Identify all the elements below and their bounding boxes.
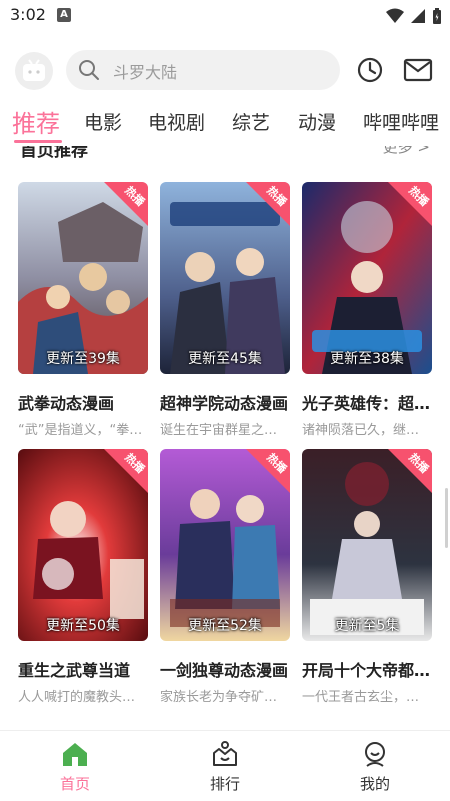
hot-badge: 热播 [104,449,148,493]
profile-icon [365,742,385,767]
nav-home[interactable]: 首页 [35,741,115,794]
hot-badge: 热播 [388,449,432,493]
episode-count: 更新至5集 [334,618,400,634]
card-description: “武”是指道义，“拳”是指实力 [18,423,148,438]
hot-badge: 热播 [104,182,148,226]
category-tabs: 推荐 电影 电视剧 综艺 动漫 哔哩哔哩 [0,102,450,146]
tab-anime[interactable]: 动漫 [298,108,336,135]
avatar[interactable] [15,52,53,90]
active-tab-indicator [14,140,62,143]
card-description: 诞生在宇宙群星之间的神秘学院 [160,423,290,438]
card-title[interactable]: 重生之武尊当道 [18,657,148,681]
battery-icon [433,8,441,24]
tab-recommend[interactable]: 推荐 [12,104,60,139]
video-card[interactable]: 热播 更新至39集 武拳动态漫画 “武”是指道义，“拳”是指实力 [18,182,148,438]
nav-profile[interactable]: 我的 [335,741,415,794]
ranking-icon [213,741,237,766]
status-icons [386,6,442,26]
episode-count: 更新至39集 [46,351,120,367]
video-card[interactable]: 热播 更新至50集 重生之武尊当道 人人喊打的魔教头目重生归来 [18,449,148,705]
card-description: 家族长老为争夺矿脉出手 [160,690,290,705]
card-description: 诸神陨落已久，继承者崛起 [302,423,432,438]
tab-tv-series[interactable]: 电视剧 [148,108,205,135]
tv-mascot-icon [23,59,45,81]
card-title[interactable]: 光子英雄传：超神灵主 [302,390,432,414]
home-icon [63,743,87,766]
card-description: 人人喊打的魔教头目重生归来 [18,690,148,705]
hot-badge: 热播 [246,449,290,493]
episode-count: 更新至52集 [188,618,262,634]
card-title[interactable]: 开局十个大帝都是我 [302,657,432,681]
poster-image[interactable]: 热播 更新至39集 [18,182,148,374]
poster-image[interactable]: 热播 更新至52集 [160,449,290,641]
search-icon [79,60,99,80]
section-header: 首页推荐 更多 > [0,146,450,160]
status-bar: 3:02 A [0,0,450,32]
card-title[interactable]: 武拳动态漫画 [18,390,148,414]
card-title[interactable]: 超神学院动态漫画 [160,390,290,414]
more-link[interactable]: 更多 > [383,146,430,157]
signal-icon [411,9,425,23]
nav-profile-label: 我的 [359,775,390,793]
poster-image[interactable]: 热播 更新至50集 [18,449,148,641]
episode-count: 更新至50集 [46,618,120,634]
search-bar[interactable]: 斗罗大陆 [66,50,340,90]
card-description: 一代王者古玄尘，重生归来 [302,690,432,705]
tab-bilibili[interactable]: 哔哩哔哩 [363,108,439,135]
episode-count: 更新至45集 [188,351,262,367]
episode-count: 更新至38集 [330,351,404,367]
video-card[interactable]: 热播 更新至52集 一剑独尊动态漫画 家族长老为争夺矿脉出手 [160,449,290,705]
hot-badge: 热播 [388,182,432,226]
scrollbar-thumb[interactable] [445,488,448,548]
poster-image[interactable]: 热播 更新至38集 [302,182,432,374]
hot-badge: 热播 [246,182,290,226]
nav-ranking-label: 排行 [209,775,240,793]
tab-movie[interactable]: 电影 [84,108,122,135]
header: 斗罗大陆 [0,46,450,96]
card-title[interactable]: 一剑独尊动态漫画 [160,657,290,681]
video-card[interactable]: 热播 更新至5集 开局十个大帝都是我 一代王者古玄尘，重生归来 [302,449,432,705]
poster-image[interactable]: 热播 更新至5集 [302,449,432,641]
status-time: 3:02 [10,5,46,24]
history-icon[interactable] [356,56,384,84]
tab-variety[interactable]: 综艺 [232,108,270,135]
message-icon[interactable] [403,58,433,82]
wifi-icon [386,8,404,23]
video-card[interactable]: 热播 更新至45集 超神学院动态漫画 诞生在宇宙群星之间的神秘学院 [160,182,290,438]
video-card[interactable]: 热播 更新至38集 光子英雄传：超神灵主 诸神陨落已久，继承者崛起 [302,182,432,438]
nav-ranking[interactable]: 排行 [185,741,265,794]
section-title: 首页推荐 [20,146,88,160]
nav-home-label: 首页 [59,775,90,793]
search-placeholder: 斗罗大陆 [113,63,178,82]
bottom-navigation: 首页 排行 我的 [0,730,450,801]
poster-image[interactable]: 热播 更新至45集 [160,182,290,374]
notification-icon: A [57,8,71,22]
